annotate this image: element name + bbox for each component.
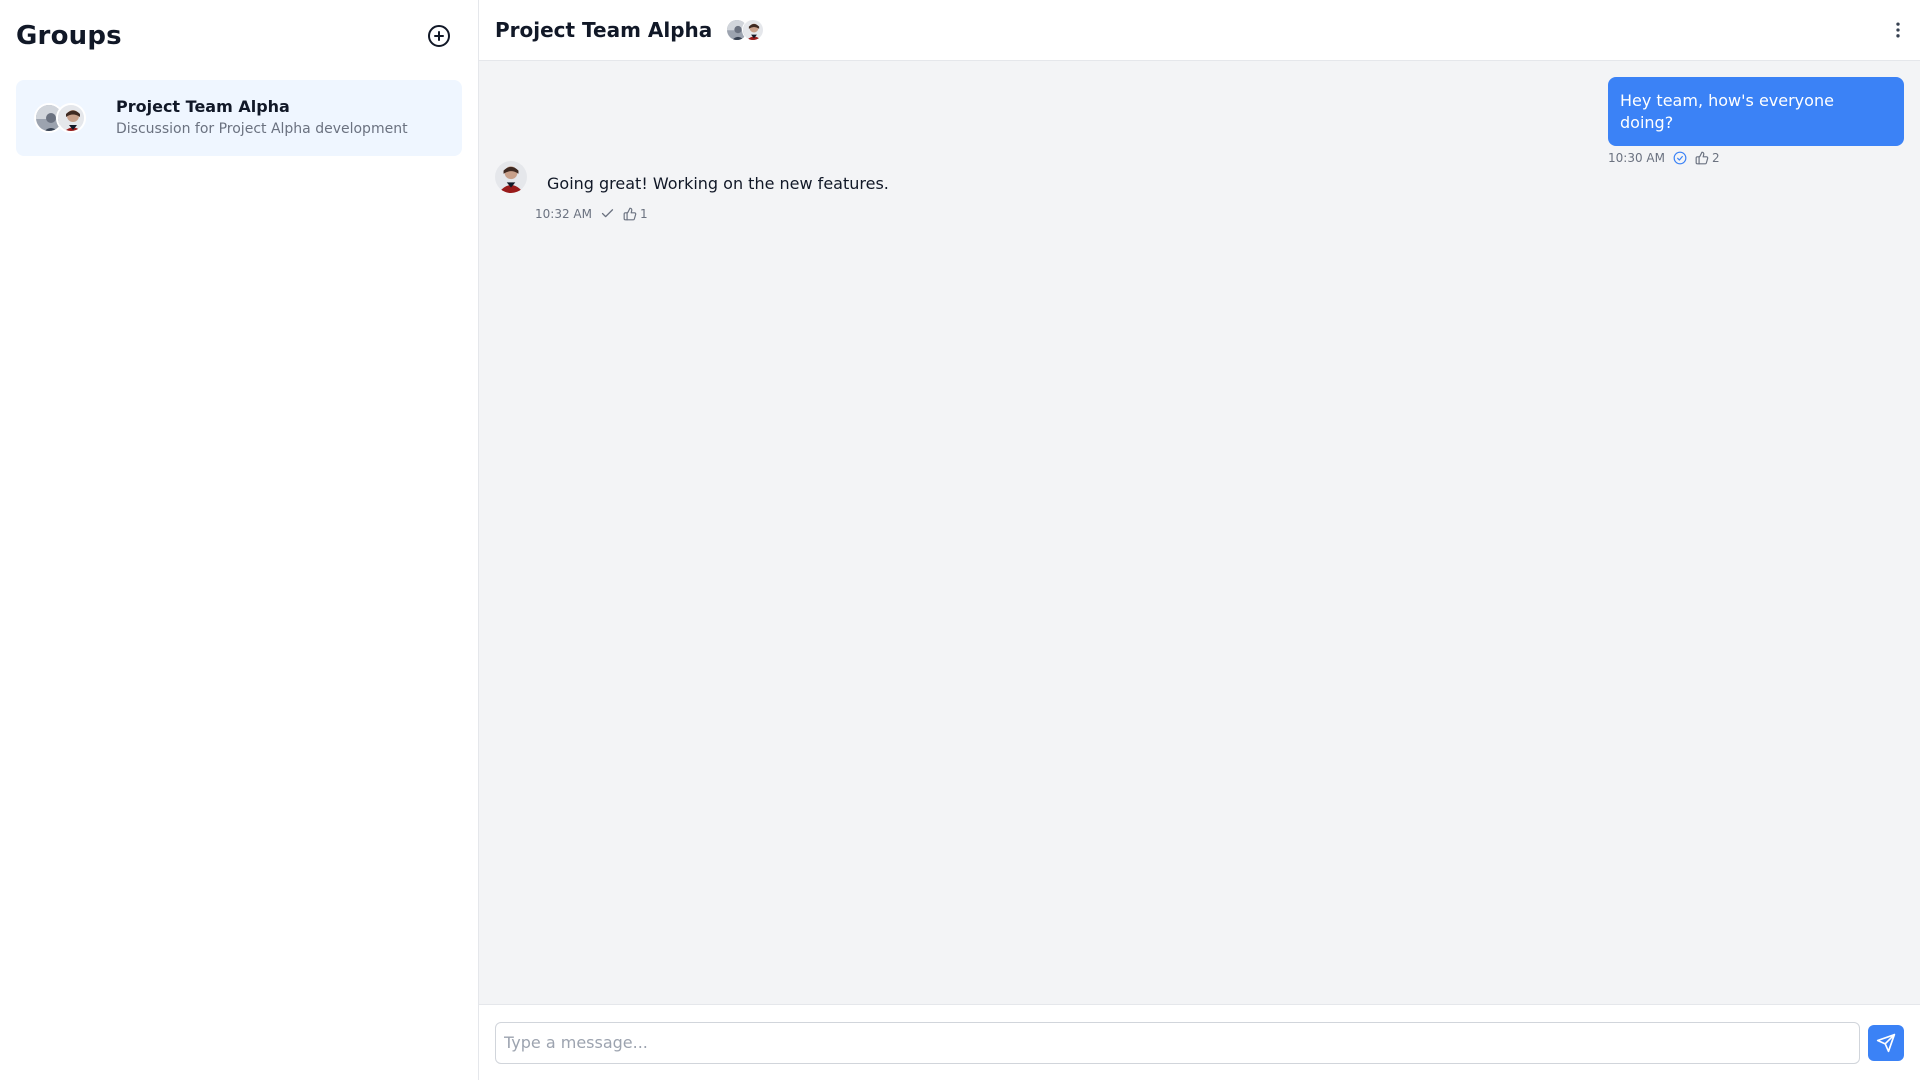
message-meta: 10:30 AM 2: [1608, 151, 1720, 165]
group-item-project-team-alpha[interactable]: Project Team Alpha Discussion for Projec…: [16, 80, 462, 156]
group-list: Project Team Alpha Discussion for Projec…: [16, 80, 462, 156]
thumbs-up-icon: [623, 207, 637, 220]
like-reaction[interactable]: 1: [623, 207, 648, 221]
more-options-button[interactable]: [1886, 15, 1910, 45]
group-text: Project Team Alpha Discussion for Projec…: [116, 97, 408, 139]
message-time: 10:32 AM: [535, 206, 592, 221]
like-count: 1: [639, 206, 648, 221]
message-input[interactable]: [495, 1021, 1860, 1064]
like-count: 2: [1711, 151, 1720, 165]
member-avatars[interactable]: [726, 19, 765, 41]
message-outgoing: Hey team, how's everyone doing? 10:30 AM…: [1608, 77, 1904, 165]
message-composer: [479, 1004, 1920, 1080]
avatar: [742, 19, 765, 41]
sidebar-header: Groups: [16, 17, 462, 55]
message-list: Hey team, how's everyone doing? 10:30 AM…: [479, 61, 1920, 1004]
like-reaction[interactable]: 2: [1695, 151, 1720, 165]
group-avatar-stack: [34, 103, 100, 133]
thumbs-up-icon: [1695, 151, 1709, 165]
message-bubble: Hey team, how's everyone doing?: [1608, 77, 1904, 146]
sidebar-title: Groups: [16, 21, 122, 51]
send-button[interactable]: [1868, 1024, 1904, 1061]
group-name: Project Team Alpha: [116, 97, 290, 116]
chat-panel: Project Team Alpha Hey team, how's every…: [479, 0, 1920, 1080]
read-check-circle-icon: [1673, 151, 1687, 165]
send-icon: [1876, 1033, 1896, 1052]
sender-avatar: [495, 161, 527, 193]
message-time: 10:30 AM: [1608, 151, 1665, 165]
more-vertical-icon: [1896, 22, 1900, 38]
plus-circle-icon: [428, 25, 450, 47]
add-group-button[interactable]: [422, 19, 456, 53]
chat-app: Groups Project Team Alpha Discussion for…: [0, 0, 1920, 1080]
avatar: [56, 103, 86, 133]
message-meta: 10:32 AM 1: [535, 206, 905, 221]
groups-sidebar: Groups Project Team Alpha Discussion for…: [0, 0, 479, 1080]
message-bubble: Going great! Working on the new features…: [547, 174, 889, 193]
chat-title: Project Team Alpha: [495, 18, 713, 42]
chat-header: Project Team Alpha: [479, 0, 1920, 61]
check-icon: [601, 209, 614, 218]
message-incoming: Going great! Working on the new features…: [495, 161, 905, 221]
group-description: Discussion for Project Alpha development: [116, 121, 408, 137]
